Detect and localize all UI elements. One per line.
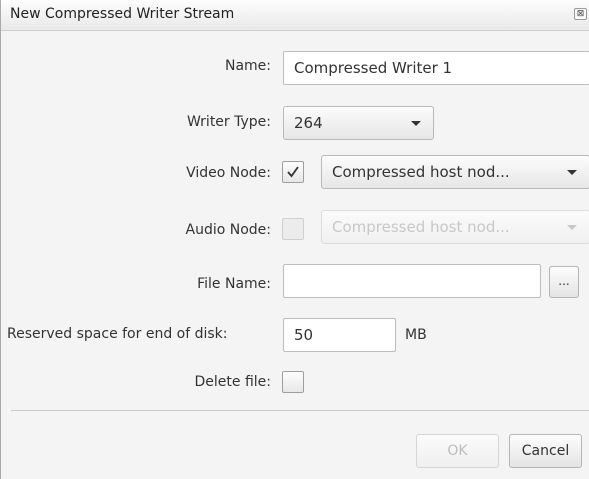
name-input[interactable]: Compressed Writer 1 [283, 51, 589, 85]
reserved-space-input[interactable]: 50 [283, 318, 396, 352]
reserved-space-label: Reserved space for end of disk: [7, 326, 228, 342]
video-node-label: Video Node: [186, 165, 271, 181]
audio-node-checkbox[interactable] [282, 218, 304, 240]
writer-type-value: 264 [294, 114, 323, 132]
file-name-label: File Name: [197, 276, 271, 292]
chevron-down-icon [567, 170, 577, 175]
chevron-down-icon [567, 225, 577, 230]
name-label: Name: [224, 58, 271, 74]
divider [11, 410, 589, 411]
cancel-button[interactable]: Cancel [509, 434, 582, 468]
audio-node-value: Compressed host nod... [332, 218, 510, 236]
title-bar: New Compressed Writer Stream ⊠ [1, 0, 589, 31]
writer-type-label: Writer Type: [186, 114, 271, 130]
delete-file-label: Delete file: [194, 374, 272, 390]
delete-file-checkbox[interactable] [282, 371, 304, 393]
video-node-checkbox[interactable] [282, 161, 304, 183]
new-compressed-writer-stream-dialog: New Compressed Writer Stream ⊠ Name: Com… [0, 0, 589, 479]
browse-button[interactable]: ... [549, 266, 579, 298]
audio-node-label: Audio Node: [185, 222, 272, 238]
close-icon: ⊠ [576, 9, 585, 19]
checkmark-icon [287, 166, 299, 178]
close-button[interactable]: ⊠ [574, 8, 587, 20]
video-node-dropdown[interactable]: Compressed host nod... [321, 155, 589, 189]
reserved-space-unit: MB [405, 327, 427, 343]
file-name-input[interactable] [283, 264, 541, 298]
video-node-value: Compressed host nod... [332, 163, 510, 181]
chevron-down-icon [411, 121, 421, 126]
audio-node-dropdown[interactable]: Compressed host nod... [321, 210, 589, 244]
writer-type-dropdown[interactable]: 264 [283, 106, 434, 140]
dialog-title: New Compressed Writer Stream [10, 6, 235, 22]
ok-button[interactable]: OK [416, 434, 499, 468]
